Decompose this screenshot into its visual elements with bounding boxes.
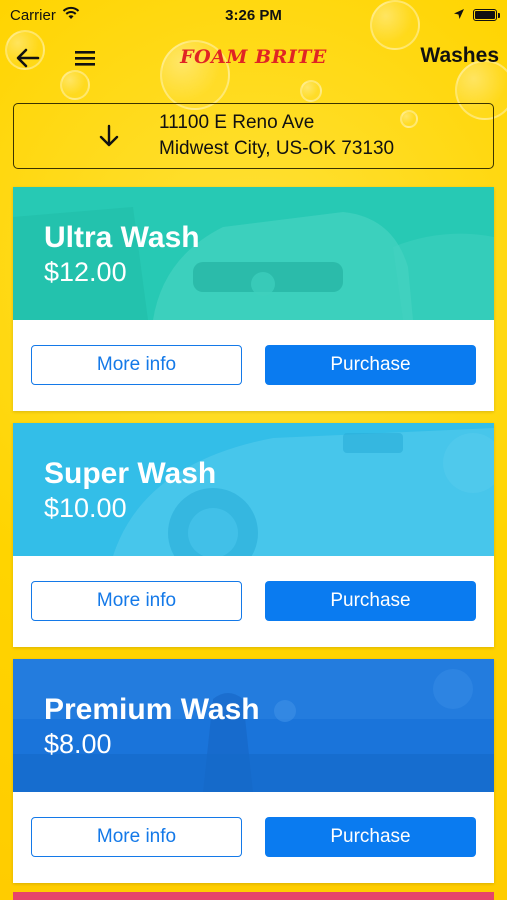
back-arrow-icon (16, 48, 40, 68)
back-button[interactable] (10, 40, 46, 76)
wash-card-ultra: Ultra Wash $12.00 More info Purchase (13, 187, 494, 411)
location-address-line1: 11100 E Reno Ave (159, 112, 315, 133)
wash-price: $12.00 (44, 257, 127, 287)
battery-icon (473, 9, 500, 21)
more-info-button[interactable]: More info (31, 581, 242, 621)
location-services-icon (453, 7, 465, 24)
wash-card-premium: Premium Wash $8.00 More info Purchase (13, 659, 494, 883)
next-wash-card-peek[interactable] (13, 892, 494, 900)
wash-card-super: Super Wash $10.00 More info Purchase (13, 423, 494, 647)
wash-price: $10.00 (44, 493, 127, 523)
wash-name: Ultra Wash (44, 221, 200, 254)
wash-card-hero: Ultra Wash $12.00 (13, 187, 494, 320)
more-info-button[interactable]: More info (31, 817, 242, 857)
purchase-button[interactable]: Purchase (265, 345, 476, 385)
wash-card-hero: Premium Wash $8.00 (13, 659, 494, 792)
wash-name: Premium Wash (44, 693, 260, 726)
hamburger-menu-icon (75, 51, 95, 66)
wifi-icon (62, 6, 80, 24)
purchase-button[interactable]: Purchase (265, 581, 476, 621)
location-address-line2: Midwest City, US-OK 73130 (159, 138, 395, 159)
wash-name: Super Wash (44, 457, 217, 490)
status-bar: Carrier 3:26 PM (0, 0, 507, 30)
more-info-button[interactable]: More info (31, 345, 242, 385)
wash-card-hero: Super Wash $10.00 (13, 423, 494, 556)
down-arrow-icon (99, 124, 119, 147)
purchase-button[interactable]: Purchase (265, 817, 476, 857)
page-title: Washes (420, 44, 499, 67)
carrier-label: Carrier (10, 6, 56, 24)
wash-price: $8.00 (44, 729, 112, 759)
location-selector[interactable]: 11100 E Reno Ave Midwest City, US-OK 731… (13, 103, 494, 169)
menu-button[interactable] (67, 40, 103, 76)
navigation-bar: FOAM BRITE Washes (0, 38, 507, 78)
